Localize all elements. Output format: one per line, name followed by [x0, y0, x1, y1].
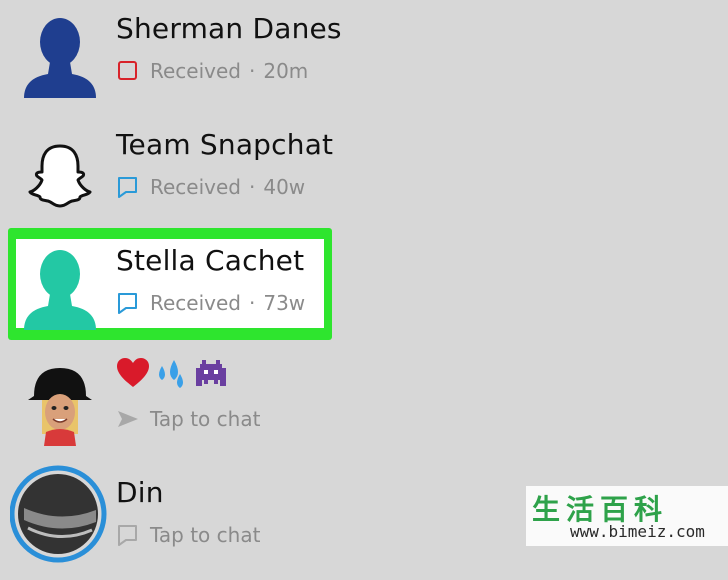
chat-name-emojis — [116, 356, 228, 394]
bitmoji-avatar[interactable] — [20, 360, 100, 450]
chat-bubble-icon — [116, 523, 140, 547]
chat-status: Tap to chat — [116, 404, 260, 434]
separator: · — [249, 59, 256, 83]
status-text: Received — [150, 291, 241, 315]
separator: · — [249, 291, 256, 315]
sweat-droplets-icon — [154, 356, 190, 394]
chat-row-sherman-danes[interactable]: Sherman Danes Received · 20m — [0, 0, 728, 116]
chat-name: Sherman Danes — [116, 12, 342, 45]
photo-avatar-with-story-ring[interactable] — [9, 464, 107, 563]
chat-status: Received · 20m — [116, 56, 308, 86]
status-time: 73w — [263, 291, 306, 315]
status-time: 20m — [263, 59, 309, 83]
watermark: 生 活 百 科 www.bimeiz.com — [526, 486, 728, 546]
chat-bubble-icon — [116, 291, 140, 315]
status-text: Received — [150, 59, 241, 83]
chat-bubble-icon — [116, 175, 140, 199]
status-text: Tap to chat — [150, 523, 261, 547]
chat-name: Team Snapchat — [116, 128, 334, 161]
snap-received-square-icon — [116, 59, 140, 83]
heart-icon — [116, 357, 150, 393]
default-avatar-icon[interactable] — [20, 12, 100, 102]
chat-status: Received · 40w — [116, 172, 305, 202]
watermark-url: www.bimeiz.com — [570, 522, 705, 541]
chat-status: Received · 73w — [116, 288, 305, 318]
alien-monster-icon — [194, 358, 228, 392]
chat-row-team-snapchat[interactable]: Team Snapchat Received · 40w — [0, 116, 728, 232]
status-text: Received — [150, 175, 241, 199]
default-avatar-icon[interactable] — [20, 244, 100, 334]
chat-name: Din — [116, 476, 164, 509]
separator: · — [249, 175, 256, 199]
status-time: 40w — [263, 175, 306, 199]
send-arrow-icon — [116, 407, 140, 431]
ghost-icon[interactable] — [20, 128, 100, 218]
chat-row-emoji-friend[interactable]: Tap to chat — [0, 348, 728, 464]
watermark-char: 生 — [532, 493, 561, 526]
chat-name: Stella Cachet — [116, 244, 305, 277]
chat-row-stella-cachet[interactable]: Stella Cachet Received · 73w — [0, 232, 728, 348]
status-text: Tap to chat — [150, 407, 261, 431]
